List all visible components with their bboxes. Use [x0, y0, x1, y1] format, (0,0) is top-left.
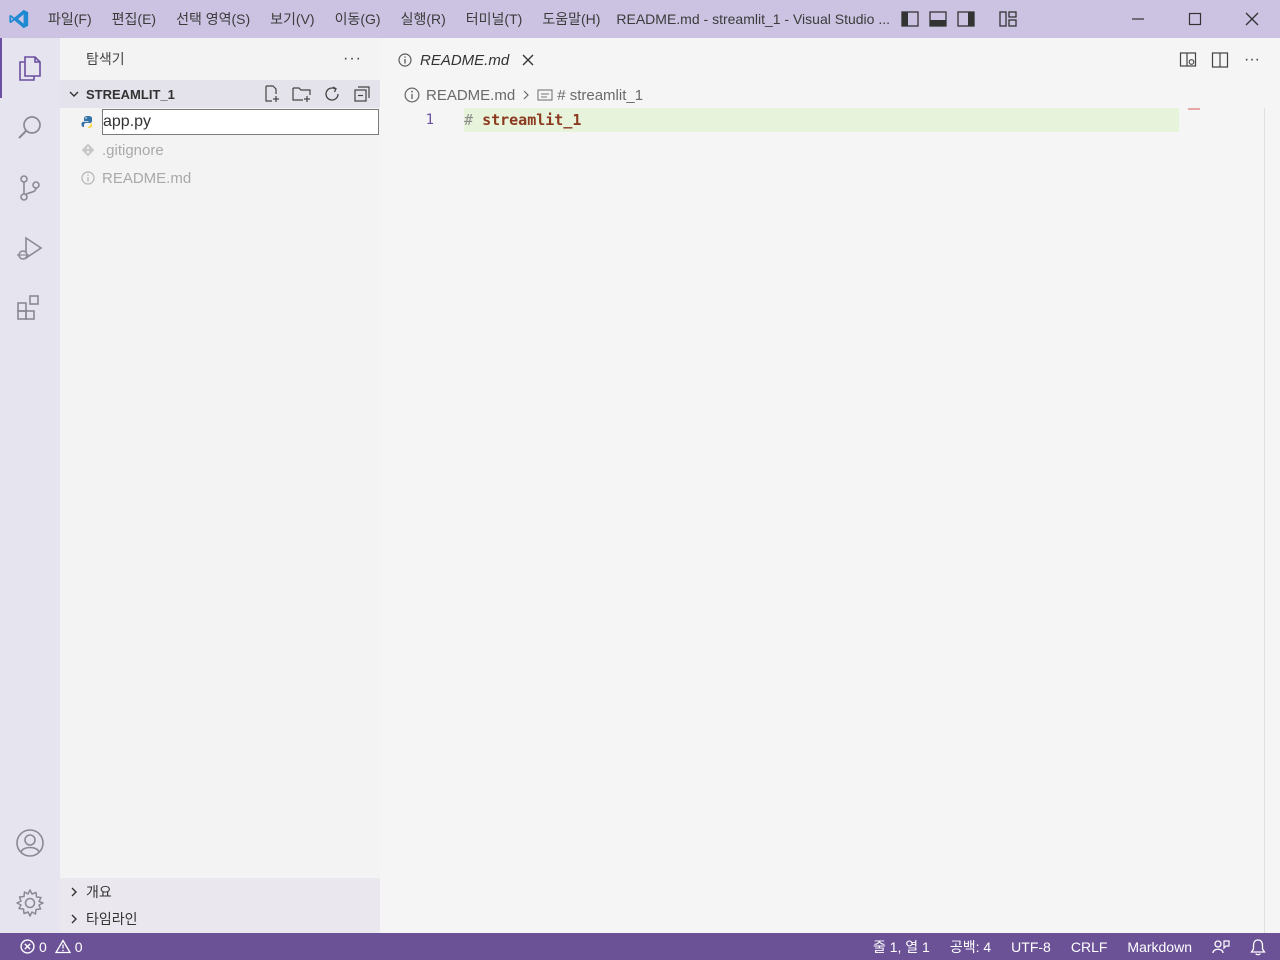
python-file-icon — [80, 114, 96, 130]
code-line: 1 # streamlit_1 — [380, 108, 1280, 132]
open-preview-icon[interactable] — [1178, 50, 1198, 70]
folder-name: STREAMLIT_1 — [86, 86, 175, 102]
close-icon[interactable] — [519, 51, 537, 69]
tab-readme[interactable]: README.md — [380, 38, 550, 82]
chevron-down-icon — [66, 88, 82, 100]
vscode-logo-icon — [0, 0, 38, 38]
section-timeline[interactable]: 타임라인 — [60, 905, 380, 932]
maximize-icon[interactable] — [1166, 0, 1223, 38]
sidebar-title: 탐색기 — [86, 51, 125, 67]
minimap[interactable] — [1188, 108, 1200, 110]
file-item-readme[interactable]: README.md — [60, 164, 380, 192]
markdown-hash: # — [464, 111, 474, 129]
menu-selection[interactable]: 선택 영역(S) — [166, 0, 260, 38]
extensions-icon[interactable] — [0, 278, 60, 338]
new-file-icon[interactable] — [262, 84, 282, 104]
close-window-icon[interactable] — [1223, 0, 1280, 38]
section-label: 타임라인 — [86, 910, 138, 927]
menu-edit[interactable]: 편집(E) — [102, 0, 166, 38]
chevron-right-icon — [66, 886, 82, 898]
markdown-heading: streamlit_1 — [482, 111, 582, 129]
breadcrumb-file[interactable]: README.md — [404, 87, 515, 104]
window-title: README.md - streamlit_1 - Visual Studio … — [616, 11, 890, 27]
tab-label: README.md — [420, 51, 510, 69]
toggle-primary-sidebar-icon[interactable] — [898, 7, 922, 31]
section-outline[interactable]: 개요 — [60, 878, 380, 905]
settings-gear-icon[interactable] — [0, 873, 60, 933]
menu-bar: 파일(F) 편집(E) 선택 영역(S) 보기(V) 이동(G) 실행(R) 터… — [38, 0, 610, 38]
breadcrumb-symbol-label: # streamlit_1 — [557, 86, 644, 104]
menu-file[interactable]: 파일(F) — [38, 0, 102, 38]
tab-bar: README.md ··· — [380, 38, 1280, 82]
section-label: 개요 — [86, 883, 112, 900]
rename-row — [60, 108, 380, 136]
breadcrumb-symbol[interactable]: # streamlit_1 — [537, 87, 643, 104]
collapse-all-icon[interactable] — [352, 84, 372, 104]
line-content[interactable]: # streamlit_1 — [464, 108, 1179, 132]
file-name: .gitignore — [102, 141, 164, 159]
more-actions-icon[interactable]: ··· — [343, 50, 362, 68]
info-icon — [396, 53, 414, 67]
title-bar: 파일(F) 편집(E) 선택 영역(S) 보기(V) 이동(G) 실행(R) 터… — [0, 0, 1280, 38]
chevron-right-icon — [521, 89, 531, 101]
encoding[interactable]: UTF-8 — [1011, 939, 1051, 955]
activity-bar — [0, 38, 60, 933]
language-mode[interactable]: Markdown — [1127, 939, 1192, 955]
toggle-panel-icon[interactable] — [926, 7, 950, 31]
editor-area: README.md ··· README.md # streamlit_1 1 … — [380, 38, 1280, 933]
end-of-line[interactable]: CRLF — [1071, 939, 1108, 955]
customize-layout-icon[interactable] — [996, 7, 1020, 31]
notifications-bell-icon[interactable] — [1250, 938, 1266, 956]
rename-file-input[interactable] — [102, 109, 379, 135]
search-icon[interactable] — [0, 98, 60, 158]
menu-go[interactable]: 이동(G) — [325, 0, 391, 38]
menu-help[interactable]: 도움말(H) — [532, 0, 610, 38]
split-editor-icon[interactable] — [1210, 50, 1230, 70]
new-folder-icon[interactable] — [292, 84, 312, 104]
breadcrumb: README.md # streamlit_1 — [380, 82, 1280, 108]
error-count: 0 — [39, 938, 47, 955]
explorer-sidebar: 탐색기 ··· STREAMLIT_1 app.py .gitignore RE… — [60, 38, 380, 933]
warning-count: 0 — [74, 938, 83, 955]
vertical-scrollbar[interactable] — [1264, 108, 1280, 933]
cursor-position[interactable]: 줄 1, 열 1 — [873, 937, 930, 957]
source-control-icon[interactable] — [0, 158, 60, 218]
refresh-icon[interactable] — [322, 84, 342, 104]
file-item-gitignore[interactable]: .gitignore — [60, 136, 380, 164]
breadcrumb-file-label: README.md — [426, 86, 516, 104]
problems-indicator[interactable]: 0 0 — [20, 939, 83, 955]
explorer-icon[interactable] — [0, 38, 60, 98]
toggle-secondary-sidebar-icon[interactable] — [954, 7, 978, 31]
menu-run[interactable]: 실행(R) — [391, 0, 456, 38]
status-bar: 0 0 줄 1, 열 1 공백: 4 UTF-8 CRLF Markdown — [0, 933, 1280, 960]
minimize-icon[interactable] — [1109, 0, 1166, 38]
code-editor[interactable]: 1 # streamlit_1 — [380, 108, 1280, 933]
menu-view[interactable]: 보기(V) — [260, 0, 324, 38]
more-actions-icon[interactable]: ··· — [1242, 50, 1262, 70]
info-icon — [80, 170, 96, 186]
run-debug-icon[interactable] — [0, 218, 60, 278]
accounts-icon[interactable] — [0, 813, 60, 873]
folder-header[interactable]: STREAMLIT_1 — [60, 80, 380, 108]
indentation[interactable]: 공백: 4 — [950, 937, 991, 957]
line-number: 1 — [425, 112, 434, 128]
feedback-icon[interactable] — [1212, 938, 1230, 956]
chevron-right-icon — [66, 913, 82, 925]
menu-terminal[interactable]: 터미널(T) — [456, 0, 533, 38]
git-file-icon — [80, 142, 96, 158]
file-name: README.md — [102, 169, 192, 187]
